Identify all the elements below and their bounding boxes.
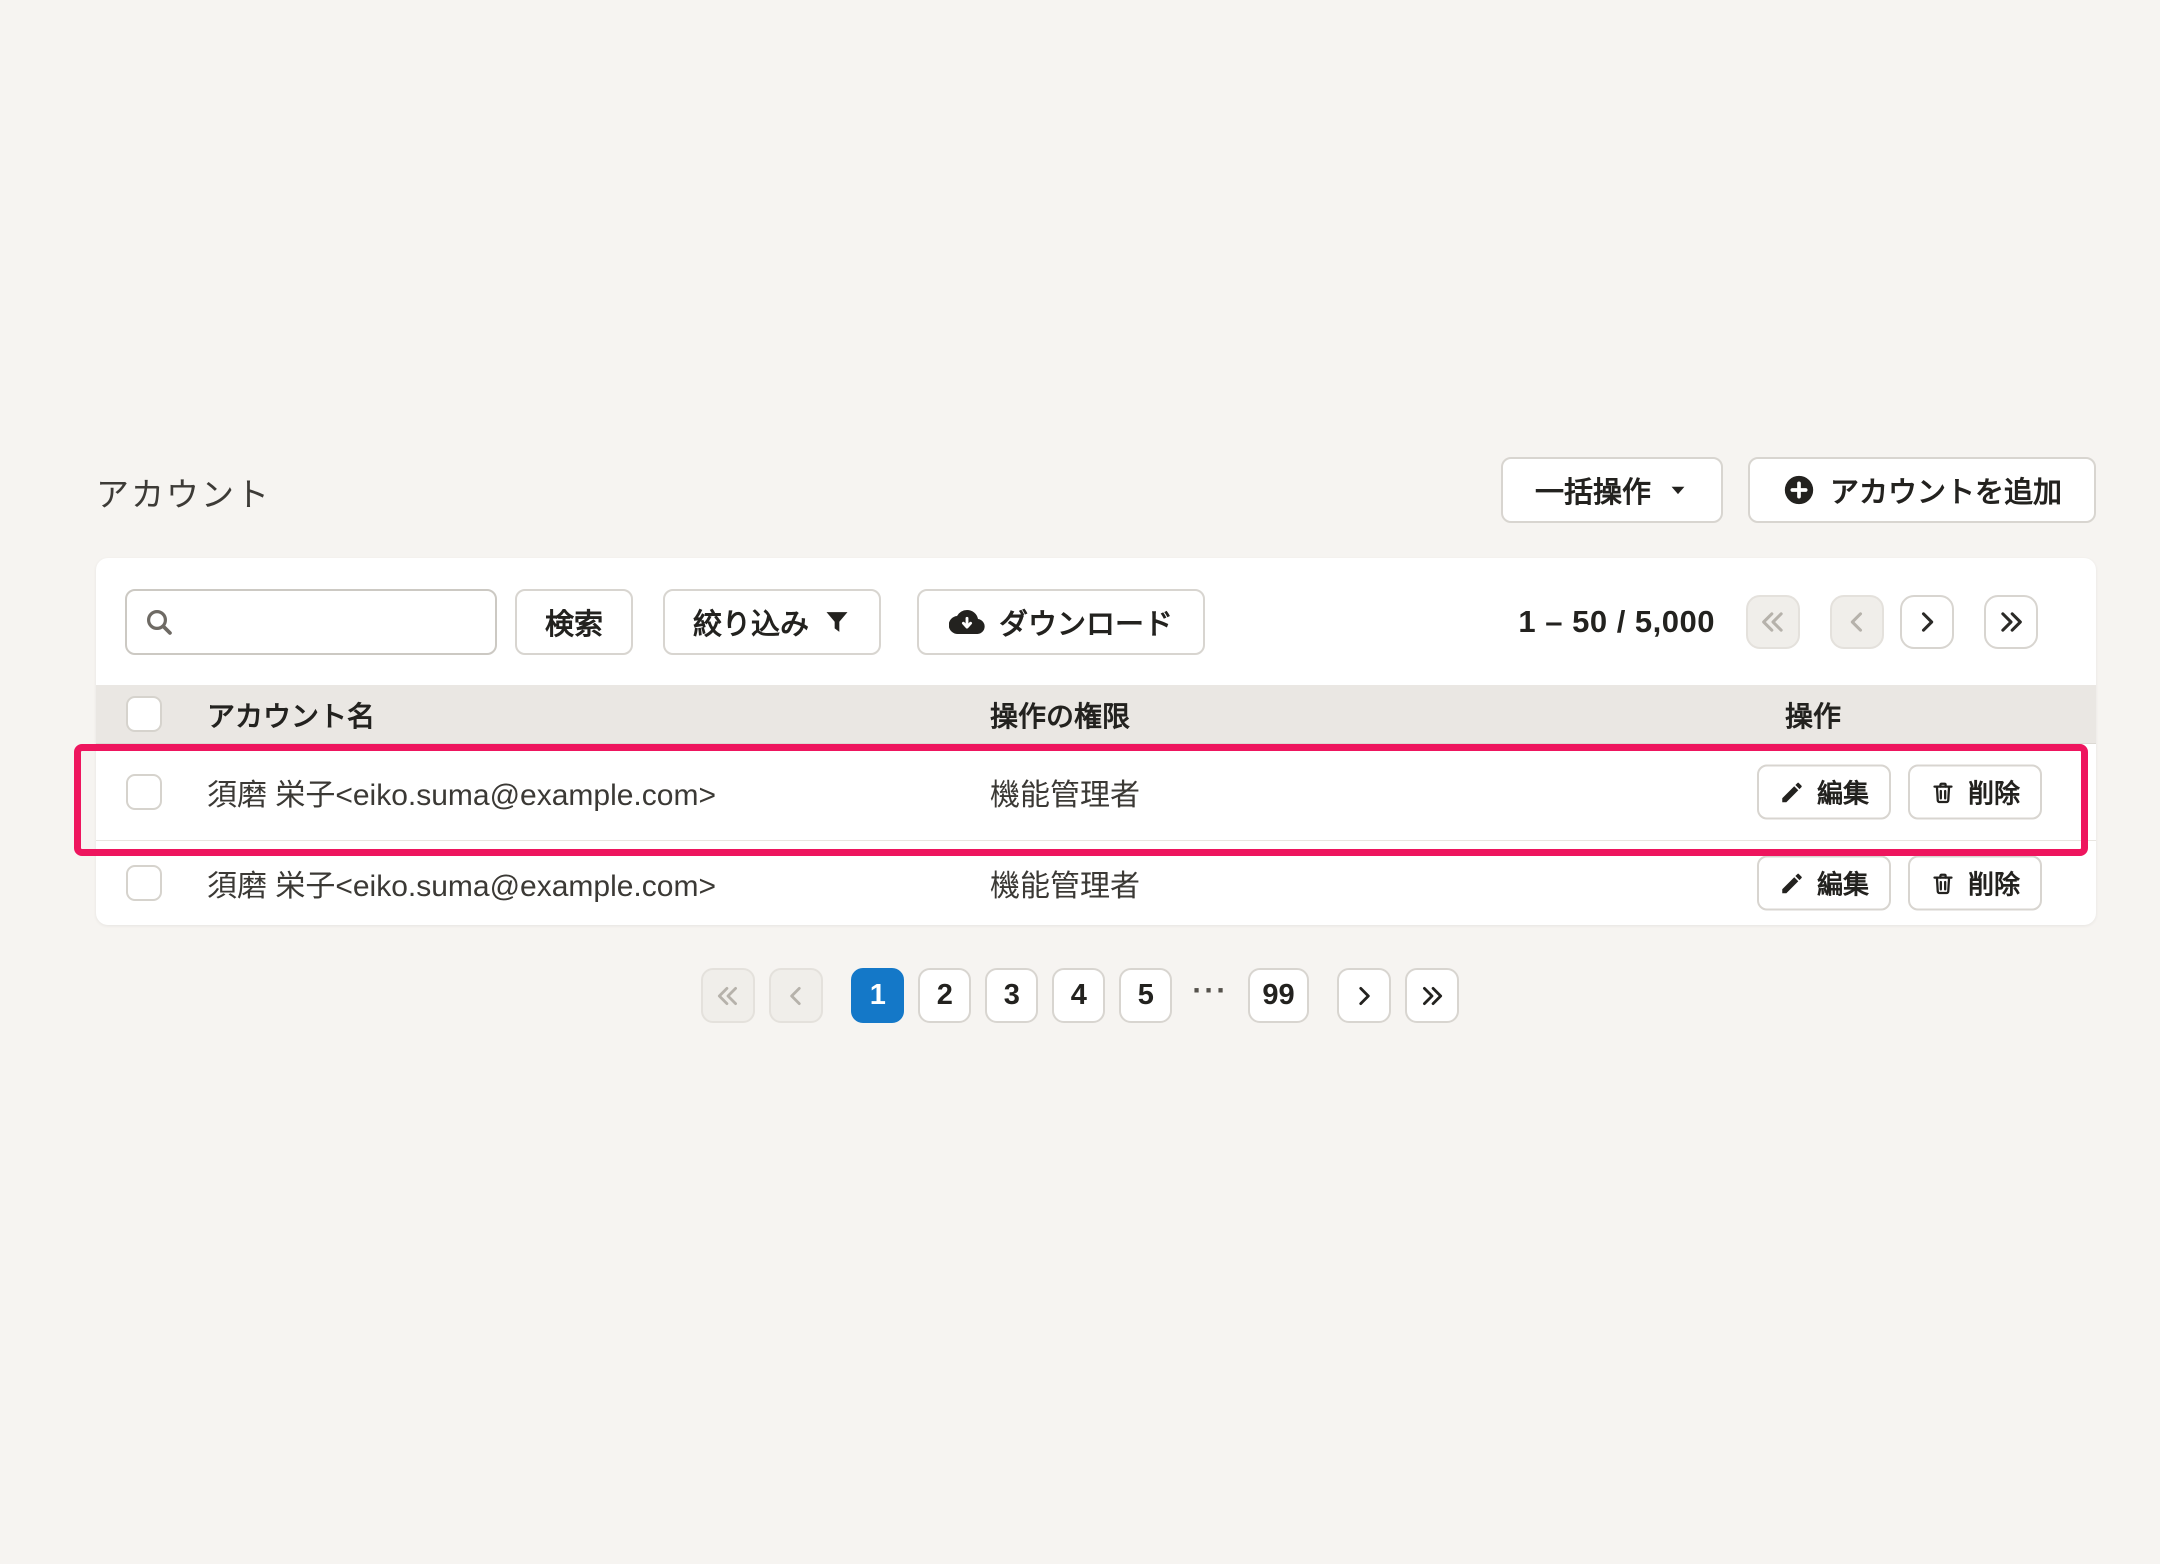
row-checkbox[interactable] bbox=[126, 865, 162, 901]
bulk-actions-button[interactable]: 一括操作 bbox=[1501, 457, 1723, 523]
last-page-button[interactable] bbox=[1984, 595, 2038, 649]
page-button-99[interactable]: 99 bbox=[1248, 968, 1308, 1023]
download-button[interactable]: ダウンロード bbox=[917, 589, 1205, 655]
table-header: アカウント名 操作の権限 操作 bbox=[96, 685, 2096, 744]
prev-page-button[interactable] bbox=[1830, 595, 1884, 649]
double-chevron-left-icon bbox=[715, 983, 741, 1009]
table-toolbar: 検索 絞り込み ダウンロード 1 – 50 / 5,000 bbox=[96, 558, 2096, 685]
download-button-label: ダウンロード bbox=[999, 601, 1173, 643]
account-permission: 機能管理者 bbox=[990, 770, 1140, 814]
accounts-card: 検索 絞り込み ダウンロード 1 – 50 / 5,000 bbox=[96, 558, 2096, 925]
row-checkbox[interactable] bbox=[126, 774, 162, 810]
page-button-2[interactable]: 2 bbox=[918, 968, 971, 1023]
caret-down-icon bbox=[1667, 479, 1689, 501]
row-actions: 編集 削除 bbox=[1757, 765, 2042, 820]
delete-button-label: 削除 bbox=[1968, 774, 2020, 811]
delete-button[interactable]: 削除 bbox=[1908, 765, 2042, 820]
edit-button-label: 編集 bbox=[1817, 865, 1869, 902]
next-page-button[interactable] bbox=[1900, 595, 1954, 649]
accounts-page: アカウント 一括操作 アカウントを追加 bbox=[0, 0, 2160, 1564]
magnifier-icon bbox=[143, 606, 175, 643]
header-actions: 一括操作 アカウントを追加 bbox=[1501, 457, 2096, 523]
add-account-button[interactable]: アカウントを追加 bbox=[1748, 457, 2096, 523]
edit-button[interactable]: 編集 bbox=[1757, 765, 1891, 820]
edit-button[interactable]: 編集 bbox=[1757, 856, 1891, 911]
chevron-left-icon bbox=[1843, 608, 1871, 636]
account-name: 須磨 栄子<eiko.suma@example.com> bbox=[207, 770, 716, 814]
column-header-account-name: アカウント名 bbox=[207, 685, 375, 744]
account-permission: 機能管理者 bbox=[990, 861, 1140, 905]
bottom-pagination: 1 2 3 4 5 ··· 99 bbox=[0, 968, 2160, 1023]
pagination-ellipsis: ··· bbox=[1186, 974, 1234, 1008]
column-header-actions: 操作 bbox=[1785, 685, 1841, 744]
next-page-button[interactable] bbox=[1337, 968, 1391, 1023]
column-header-permission: 操作の権限 bbox=[990, 685, 1130, 744]
top-pagination bbox=[1746, 595, 2038, 649]
double-chevron-right-icon bbox=[1419, 983, 1445, 1009]
table-row: 須磨 栄子<eiko.suma@example.com> 機能管理者 編集 削除 bbox=[96, 744, 2096, 840]
bulk-actions-label: 一括操作 bbox=[1535, 469, 1651, 511]
add-account-label: アカウントを追加 bbox=[1830, 469, 2062, 511]
page-button-1[interactable]: 1 bbox=[851, 968, 904, 1023]
page-title: アカウント bbox=[96, 468, 271, 516]
row-actions: 編集 削除 bbox=[1757, 856, 2042, 911]
chevron-right-icon bbox=[1913, 608, 1941, 636]
edit-button-label: 編集 bbox=[1817, 774, 1869, 811]
page-button-3[interactable]: 3 bbox=[985, 968, 1038, 1023]
filter-button[interactable]: 絞り込み bbox=[663, 589, 881, 655]
double-chevron-left-icon bbox=[1759, 608, 1787, 636]
funnel-icon bbox=[823, 608, 851, 636]
select-all-checkbox[interactable] bbox=[126, 696, 162, 732]
pencil-icon bbox=[1779, 779, 1805, 805]
search-button-label: 検索 bbox=[545, 601, 603, 643]
last-page-button[interactable] bbox=[1405, 968, 1459, 1023]
search-box bbox=[125, 589, 497, 655]
page-button-5[interactable]: 5 bbox=[1119, 968, 1172, 1023]
first-page-button[interactable] bbox=[701, 968, 755, 1023]
account-name: 須磨 栄子<eiko.suma@example.com> bbox=[207, 861, 716, 905]
table-row: 須磨 栄子<eiko.suma@example.com> 機能管理者 編集 削除 bbox=[96, 840, 2096, 925]
pencil-icon bbox=[1779, 870, 1805, 896]
page-button-4[interactable]: 4 bbox=[1052, 968, 1105, 1023]
prev-page-button[interactable] bbox=[769, 968, 823, 1023]
delete-button-label: 削除 bbox=[1968, 865, 2020, 902]
chevron-left-icon bbox=[783, 983, 809, 1009]
filter-button-label: 絞り込み bbox=[693, 601, 809, 643]
trash-icon bbox=[1930, 779, 1956, 805]
first-page-button[interactable] bbox=[1746, 595, 1800, 649]
trash-icon bbox=[1930, 870, 1956, 896]
double-chevron-right-icon bbox=[1997, 608, 2025, 636]
search-input[interactable] bbox=[125, 589, 497, 655]
delete-button[interactable]: 削除 bbox=[1908, 856, 2042, 911]
result-range: 1 – 50 / 5,000 bbox=[1518, 604, 1715, 640]
chevron-right-icon bbox=[1351, 983, 1377, 1009]
search-button[interactable]: 検索 bbox=[515, 589, 633, 655]
plus-circle-icon bbox=[1782, 473, 1816, 507]
cloud-download-icon bbox=[949, 604, 985, 640]
